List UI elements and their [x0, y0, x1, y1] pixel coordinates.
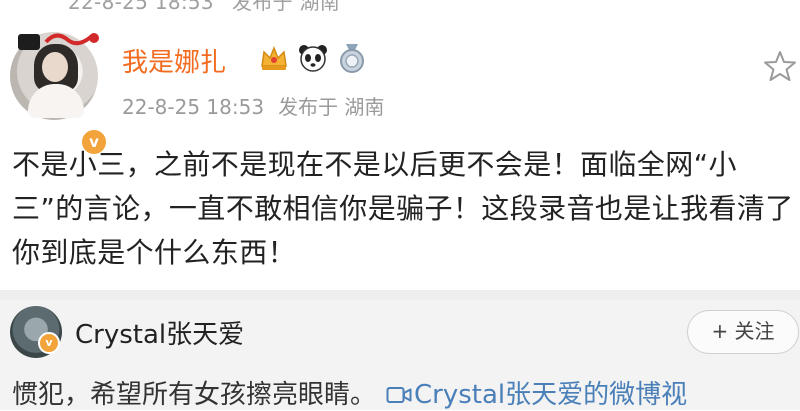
weibo-post: 22-8-25 18:53 发布于 湖南 v 我是娜扎 22-8-25 18:53…	[0, 0, 800, 290]
post-content: 不是小三，之前不是现在不是以后更不会是！面临全网“小三”的言论，一直不敢相信你是…	[12, 148, 794, 269]
post-meta: 22-8-25 18:53 发布于 湖南	[122, 91, 384, 120]
previous-post-meta: 22-8-25 18:53 发布于 湖南	[68, 0, 340, 15]
avatar[interactable]: v	[10, 32, 108, 156]
previous-post-location: 发布于 湖南	[231, 0, 341, 14]
repost-username[interactable]: Crystal张天爱	[75, 314, 244, 351]
repost-card[interactable]: v Crystal张天爱 + 关注 惯犯，希望所有女孩擦亮眼睛。 Crystal张…	[0, 300, 800, 410]
avatar-dress	[28, 84, 84, 118]
video-link[interactable]: Crystal张天爱的微博视	[386, 380, 687, 410]
previous-post-time: 22-8-25 18:53	[68, 0, 214, 14]
crown-icon[interactable]	[258, 42, 290, 74]
repost-verified-badge: v	[38, 332, 60, 354]
avatar-sticker-icon	[18, 33, 99, 50]
post-time: 22-8-25 18:53	[122, 95, 265, 119]
post-location: 发布于 湖南	[278, 95, 385, 119]
follow-button[interactable]: + 关注	[687, 310, 799, 354]
star-outline-icon[interactable]	[762, 48, 798, 84]
avatar-face	[42, 52, 68, 82]
medal-icon[interactable]	[336, 42, 368, 74]
repost-comment: 惯犯，希望所有女孩擦亮眼睛。	[12, 380, 377, 410]
video-link-label: Crystal张天爱的微博视	[414, 380, 688, 410]
panda-icon[interactable]	[297, 42, 329, 74]
repost-text: 惯犯，希望所有女孩擦亮眼睛。 Crystal张天爱的微博视	[12, 374, 687, 411]
post-username[interactable]: 我是娜扎	[122, 42, 226, 79]
divider	[0, 290, 800, 300]
video-icon	[386, 387, 412, 403]
